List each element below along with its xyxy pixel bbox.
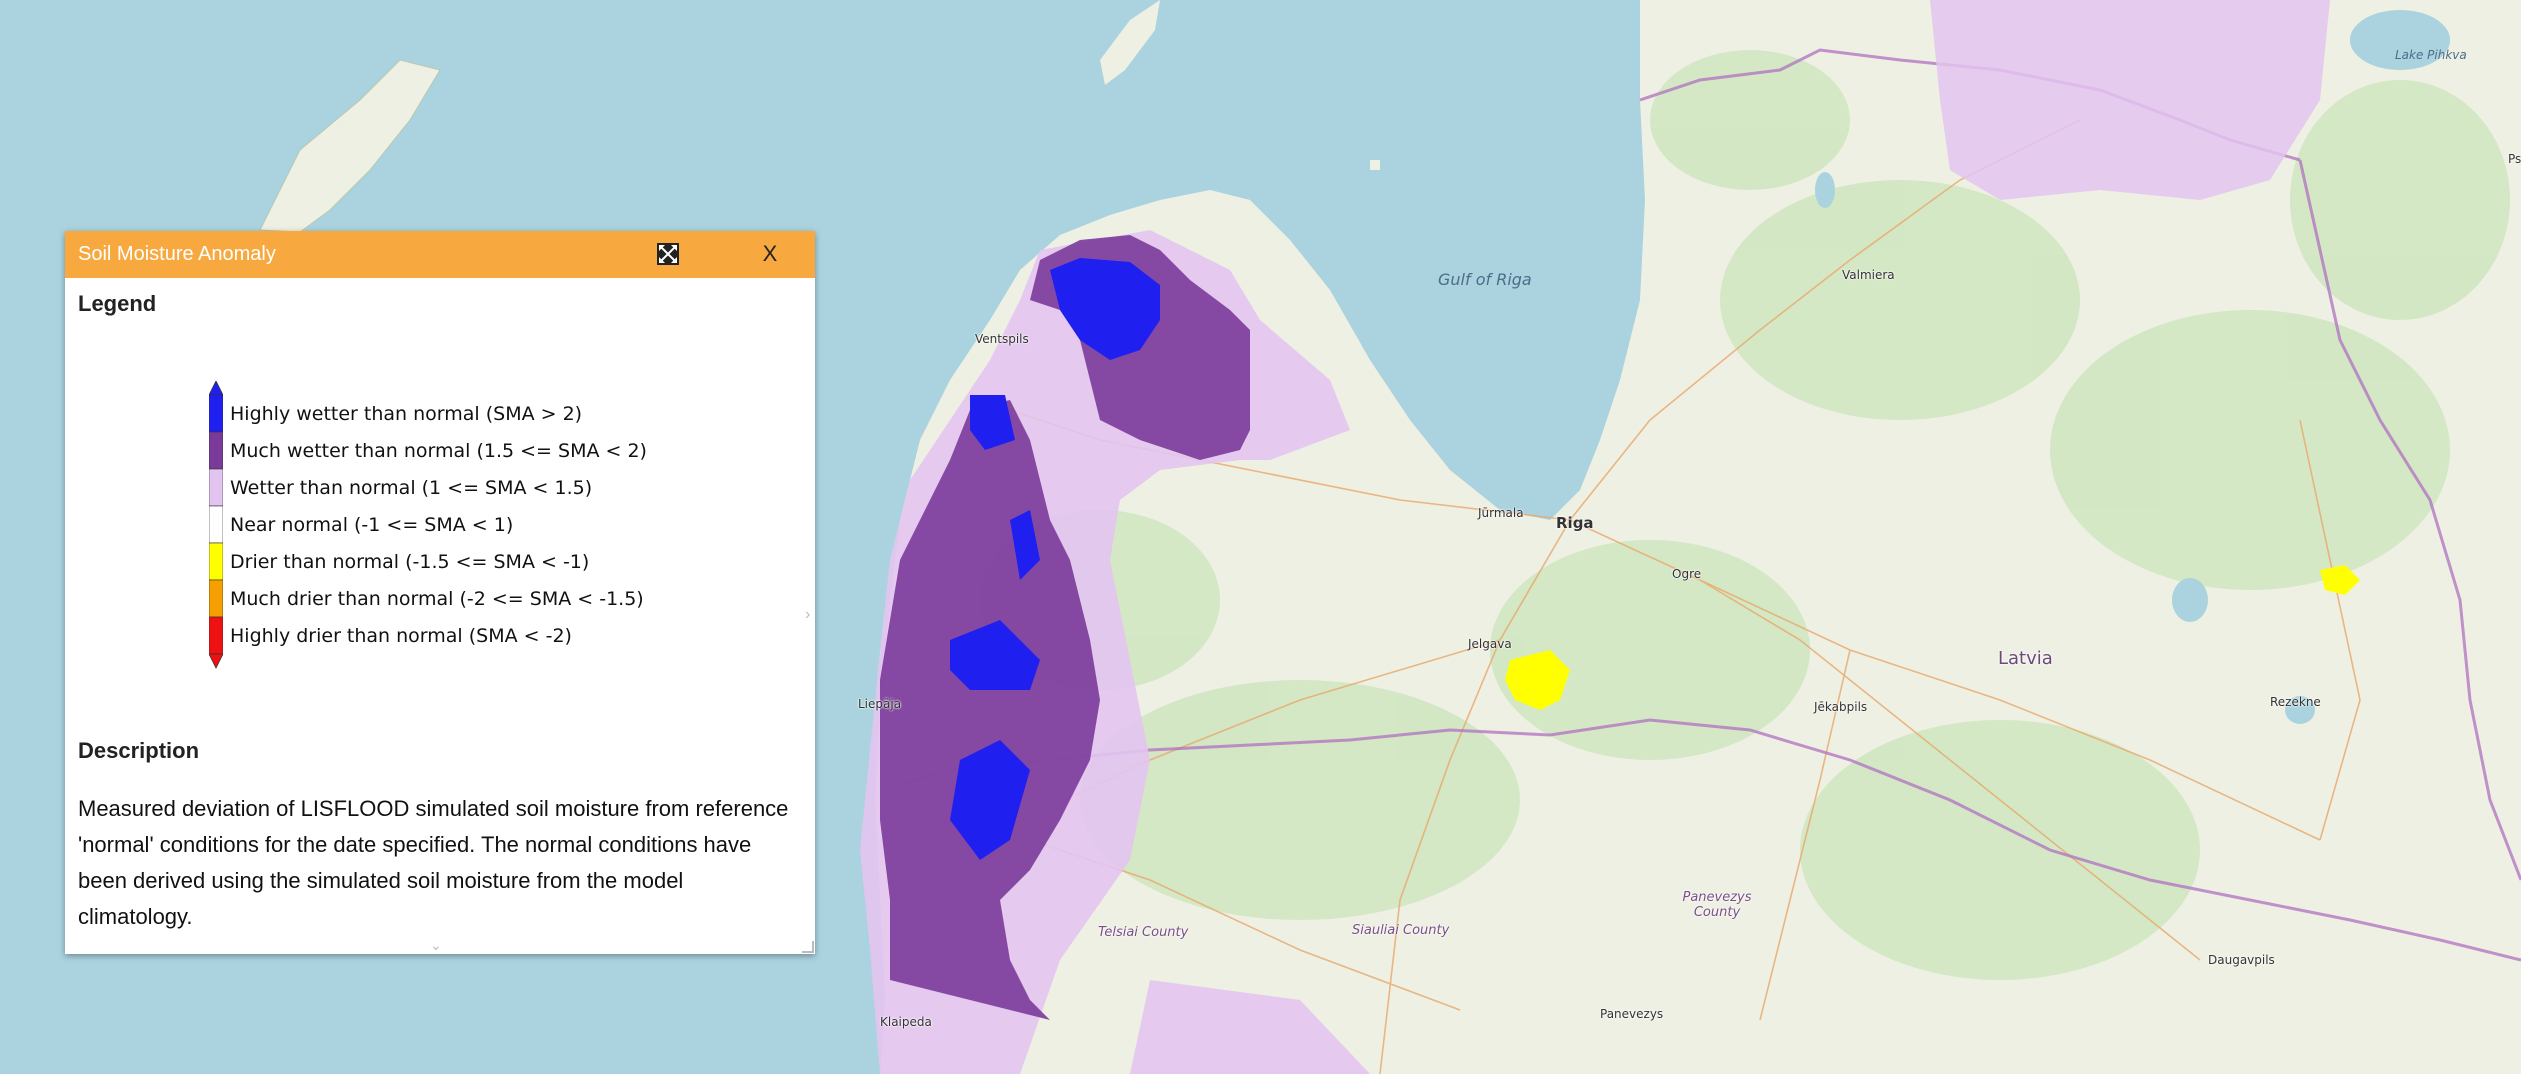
map-label-liepaja: Liepāja [858,697,902,711]
legend-swatch-3 [209,505,223,544]
legend-arrow-top [209,381,223,396]
map-label-jelgava: Jelgava [1468,637,1512,651]
soil-moisture-anomaly-panel: Soil Moisture Anomaly X Legend Highly we… [65,231,815,954]
map-label-ps: Ps [2508,152,2521,166]
map-label-lake-pihkva: Lake Pihkva [2395,48,2467,62]
description-heading: Description [78,738,200,763]
map-label-latvia: Latvia [1998,648,2053,669]
expand-arrows-icon[interactable] [655,241,681,267]
legend-swatch-0 [209,394,223,433]
legend-swatch-1 [209,431,223,470]
legend-swatch-6 [209,616,223,655]
legend-label-highly-wetter: Highly wetter than normal (SMA > 2) [230,403,583,425]
legend-label-much-wetter: Much wetter than normal (1.5 <= SMA < 2) [230,440,647,462]
resize-grip[interactable] [802,941,814,953]
map-label-ventspils: Ventspils [975,332,1029,346]
map-label-telsiai-county: Telsiai County [1098,925,1189,940]
map-label-gulf-of-riga: Gulf of Riga [1438,270,1532,289]
legend-label-much-drier: Much drier than normal (-2 <= SMA < -1.5… [230,588,644,610]
legend-label-drier: Drier than normal (-1.5 <= SMA < -1) [230,551,590,573]
legend-arrow-bottom [209,653,223,669]
sma-wetter-zone-north [1930,0,2330,200]
legend-color-bar [209,381,223,669]
map-label-klaipeda: Klaipeda [880,1015,932,1029]
map-label-daugavpils: Daugavpils [2208,953,2275,967]
legend-heading: Legend [78,291,157,316]
panel-title: Soil Moisture Anomaly [78,243,276,265]
map-label-jekabpils: Jēkabpils [1814,700,1868,714]
legend-label-wetter: Wetter than normal (1 <= SMA < 1.5) [230,477,593,499]
map-label-valmiera: Valmiera [1842,268,1895,282]
legend-label-near-normal: Near normal (-1 <= SMA < 1) [230,514,514,536]
bottom-collapse-handle[interactable]: ⌄ [430,937,442,954]
map-label-jurmala: Jūrmala [1478,506,1524,520]
legend-label-highly-drier: Highly drier than normal (SMA < -2) [230,625,572,647]
map-label-ogre: Ogre [1672,567,1702,581]
side-collapse-handle[interactable]: › [805,606,810,624]
panel-header[interactable]: Soil Moisture Anomaly X [65,231,815,278]
map-label-riga: Riga [1556,514,1594,532]
legend-swatch-5 [209,579,223,618]
legend-swatch-2 [209,468,223,507]
close-button[interactable]: X [756,240,784,268]
legend-swatch-4 [209,542,223,581]
map-label-siauliai-county: Siauliai County [1352,923,1450,938]
map-label-rezekne: Rezekne [2270,695,2321,709]
map-label-panevezys: Panevezys [1600,1007,1664,1021]
map-label-panevezys-county: Panevezys County [1682,890,1752,920]
island-ruhnu [1370,160,1380,170]
description-text: Measured deviation of LISFLOOD simulated… [78,796,789,929]
